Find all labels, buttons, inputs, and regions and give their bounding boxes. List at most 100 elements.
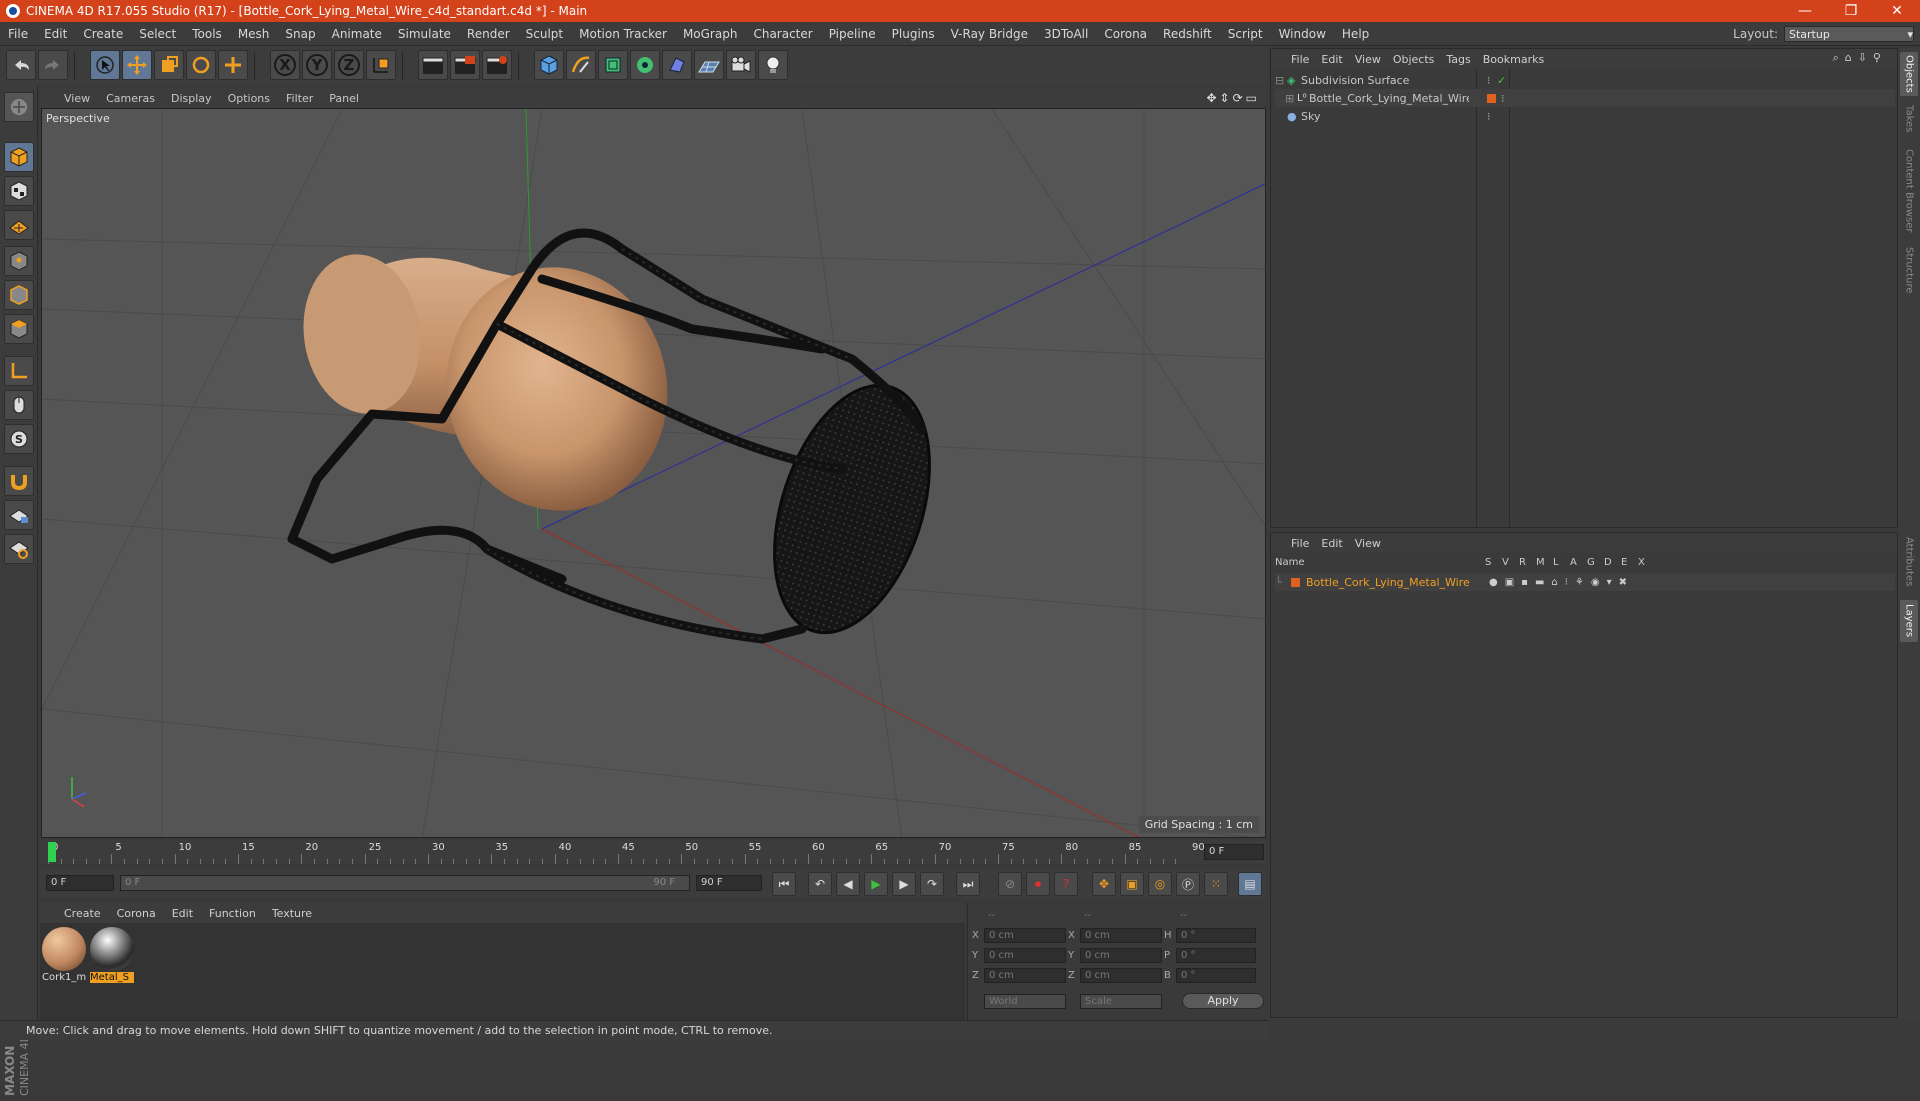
play-button[interactable]: ▶ [864, 872, 888, 896]
layer-color-swatch[interactable] [1291, 577, 1300, 587]
object-manager-tool-icons[interactable]: ⌕⌂⇩⚲ [1833, 51, 1887, 65]
timeline-window-button[interactable]: ▤ [1238, 872, 1262, 896]
menu-file[interactable]: File [0, 27, 36, 41]
position-z-field[interactable]: 0 cm [984, 967, 1066, 983]
tweak-mode-button[interactable] [4, 390, 34, 420]
y-axis-lock-button[interactable]: Y [302, 50, 332, 80]
z-axis-lock-button[interactable]: Z [334, 50, 364, 80]
layer-flag-icons[interactable]: ●▣▪▬⌂⁝⚘◉▾✖ [1489, 577, 1634, 588]
current-frame-field[interactable]: 0 F [1204, 844, 1264, 860]
render-settings-button[interactable] [482, 50, 512, 80]
recent-tools-button[interactable] [218, 50, 248, 80]
workplane-mode-button[interactable] [4, 210, 34, 240]
points-mode-button[interactable] [4, 246, 34, 276]
viewport-nav-icons[interactable]: ✥⇕⟳▭ [1206, 91, 1260, 105]
tab-content-browser[interactable]: Content Browser [1900, 144, 1918, 238]
redo-button[interactable] [38, 50, 68, 80]
material-menu-create[interactable]: Create [40, 907, 109, 920]
coordinate-mode-dropdown[interactable]: World [984, 993, 1066, 1009]
add-cube-button[interactable] [534, 50, 564, 80]
polygons-mode-button[interactable] [4, 314, 34, 344]
axis-mode-button[interactable] [4, 356, 34, 386]
menu-mesh[interactable]: Mesh [230, 27, 278, 41]
layers-menu-view[interactable]: View [1349, 537, 1387, 550]
viewport-menu-filter[interactable]: Filter [278, 92, 321, 105]
size-z-field[interactable]: 0 cm [1080, 967, 1162, 983]
scale-tool-button[interactable] [154, 50, 184, 80]
visibility-icon[interactable]: ⁝ [1487, 74, 1491, 87]
viewport-menu-cameras[interactable]: Cameras [98, 92, 163, 105]
key-position-button[interactable]: ✥ [1092, 872, 1116, 896]
objects-menu-objects[interactable]: Objects [1387, 53, 1441, 66]
menu-edit[interactable]: Edit [36, 27, 75, 41]
goto-next-frame-button[interactable]: ▶ [892, 872, 916, 896]
material-menu-function[interactable]: Function [201, 907, 264, 920]
menu-window[interactable]: Window [1271, 27, 1334, 41]
end-frame-field[interactable]: 90 F [696, 875, 762, 891]
move-tool-button[interactable] [122, 50, 152, 80]
coordinate-system-button[interactable] [366, 50, 396, 80]
edges-mode-button[interactable] [4, 280, 34, 310]
record-keys-button[interactable]: ⊘ [998, 872, 1022, 896]
add-subdivision-button[interactable] [598, 50, 628, 80]
material-menu-edit[interactable]: Edit [164, 907, 201, 920]
layer-row[interactable]: └ Bottle_Cork_Lying_Metal_Wire ●▣▪▬⌂⁝⚘◉▾… [1275, 573, 1895, 591]
tab-objects[interactable]: Objects [1900, 52, 1918, 96]
objects-menu-bookmarks[interactable]: Bookmarks [1477, 53, 1550, 66]
x-axis-lock-button[interactable]: X [270, 50, 300, 80]
layer-color-swatch[interactable] [1487, 93, 1496, 103]
object-row-sky[interactable]: ● Sky ⁝ [1275, 107, 1895, 125]
object-row-bottle-cork[interactable]: ⊞ L⁰ Bottle_Cork_Lying_Metal_Wire ⁝ [1275, 89, 1895, 107]
snap-button[interactable]: S [4, 424, 34, 454]
menu-create[interactable]: Create [75, 27, 131, 41]
workplane-lock-button[interactable] [4, 500, 34, 530]
tab-takes[interactable]: Takes [1900, 102, 1918, 136]
3d-viewport[interactable]: Perspective Grid Spacing : 1 cm [41, 108, 1266, 838]
rotate-tool-button[interactable] [186, 50, 216, 80]
menu-render[interactable]: Render [459, 27, 518, 41]
close-button[interactable]: ✕ [1874, 0, 1920, 22]
minimize-button[interactable]: — [1782, 0, 1828, 22]
live-selection-button[interactable] [90, 50, 120, 80]
restore-button[interactable]: ❐ [1828, 0, 1874, 22]
goto-prev-key-button[interactable]: ↶ [808, 872, 832, 896]
objects-menu-tags[interactable]: Tags [1440, 53, 1476, 66]
key-parameter-button[interactable]: Ⓟ [1176, 872, 1200, 896]
menu-mograph[interactable]: MoGraph [675, 27, 746, 41]
objects-menu-edit[interactable]: Edit [1315, 53, 1348, 66]
menu-script[interactable]: Script [1220, 27, 1271, 41]
position-y-field[interactable]: 0 cm [984, 947, 1066, 963]
menu-help[interactable]: Help [1334, 27, 1377, 41]
add-camera-button[interactable] [726, 50, 756, 80]
viewport-menu-options[interactable]: Options [220, 92, 278, 105]
magnet-tool-button[interactable] [4, 466, 34, 496]
key-scale-button[interactable]: ▣ [1120, 872, 1144, 896]
object-row-subdivision[interactable]: ⊟ ◈ Subdivision Surface ⁝ ✓ [1275, 71, 1895, 89]
menu-animate[interactable]: Animate [324, 27, 390, 41]
keyframe-selection-button[interactable]: ? [1054, 872, 1078, 896]
objects-menu-view[interactable]: View [1349, 53, 1387, 66]
menu-pipeline[interactable]: Pipeline [821, 27, 884, 41]
menu-simulate[interactable]: Simulate [390, 27, 459, 41]
material-cork[interactable]: Cork1_m [42, 927, 86, 985]
tab-layers[interactable]: Layers [1900, 600, 1918, 642]
goto-prev-frame-button[interactable]: ◀ [836, 872, 860, 896]
menu-tools[interactable]: Tools [184, 27, 230, 41]
material-menu-corona[interactable]: Corona [109, 907, 164, 920]
menu-vray-bridge[interactable]: V-Ray Bridge [943, 27, 1036, 41]
menu-character[interactable]: Character [745, 27, 820, 41]
visibility-icon[interactable]: ⁝ [1487, 110, 1491, 123]
render-view-button[interactable] [418, 50, 448, 80]
enabled-check-icon[interactable]: ✓ [1497, 74, 1506, 87]
add-spline-button[interactable] [566, 50, 596, 80]
tab-structure[interactable]: Structure [1900, 244, 1918, 296]
timeline-playhead[interactable] [48, 842, 56, 862]
menu-redshift[interactable]: Redshift [1155, 27, 1220, 41]
size-y-field[interactable]: 0 cm [1080, 947, 1162, 963]
size-mode-dropdown[interactable]: Scale [1080, 993, 1162, 1009]
size-x-field[interactable]: 0 cm [1080, 927, 1162, 943]
layers-menu-file[interactable]: File [1285, 537, 1315, 550]
viewport-menu-display[interactable]: Display [163, 92, 220, 105]
menu-3dtoall[interactable]: 3DToAll [1036, 27, 1096, 41]
goto-start-button[interactable]: ⏮ [772, 872, 796, 896]
